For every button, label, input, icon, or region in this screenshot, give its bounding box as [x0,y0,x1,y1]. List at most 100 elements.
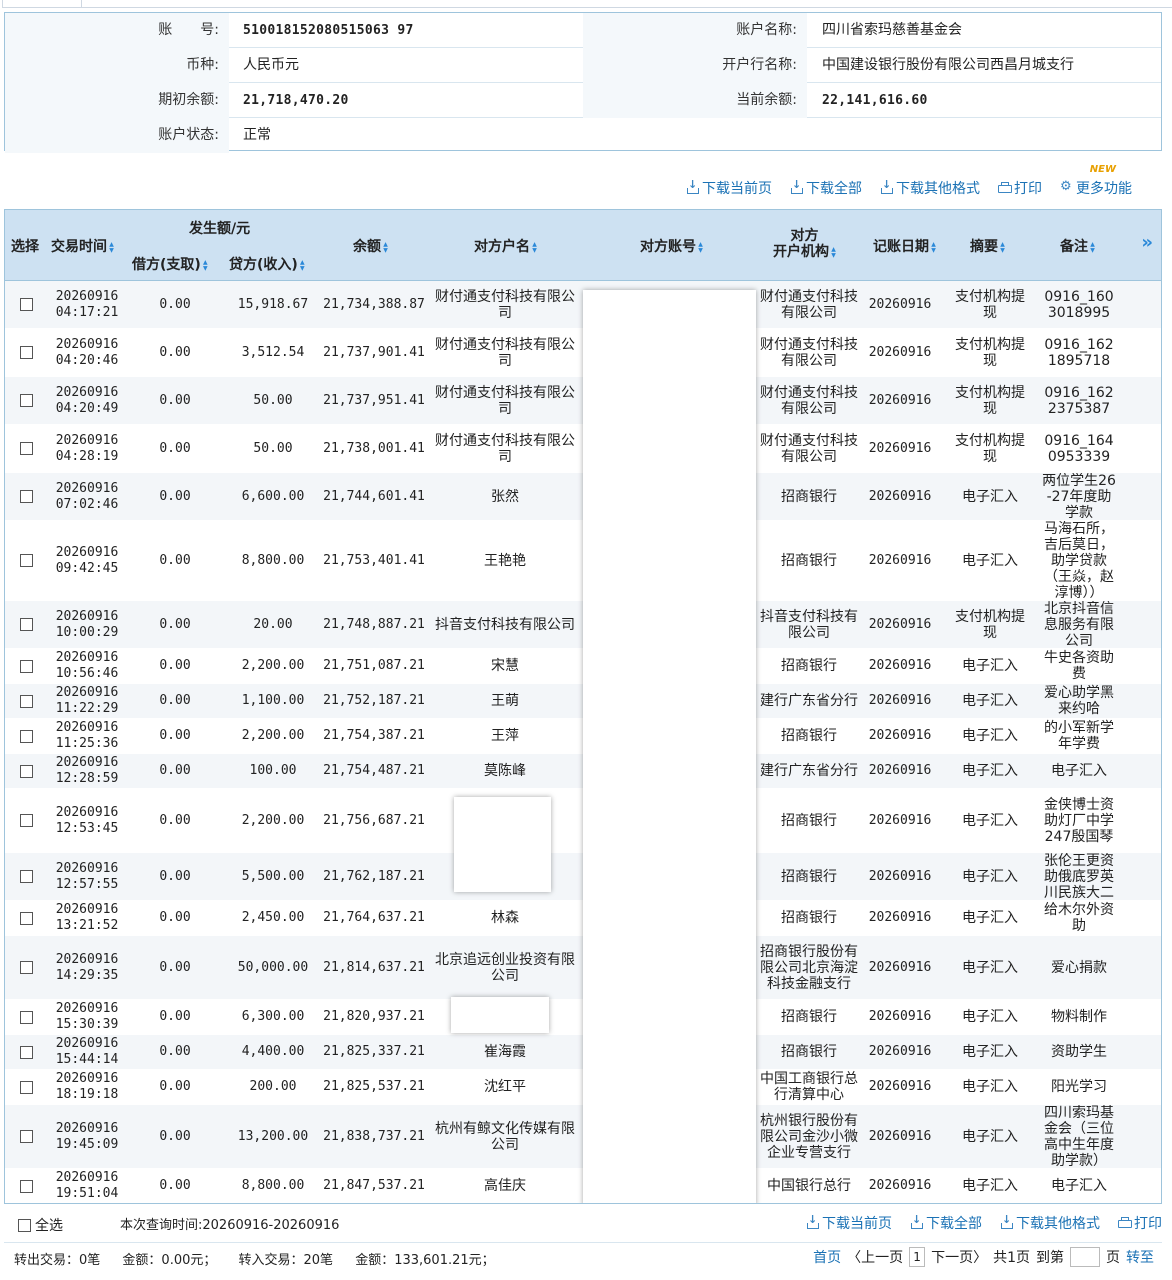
cell-counter-bank: 财付通支付科技有限公司 [760,377,858,424]
footer-download-other-button[interactable]: 下载其他格式 [1000,1213,1100,1233]
row-checkbox[interactable] [19,729,33,743]
cell-post-date-text: 20260916 [868,296,932,312]
cell-credit: 100.00 [223,754,323,788]
row-checkbox[interactable] [19,870,33,883]
row-select-cell [5,649,47,683]
cell-counter-bank-text: 招商银行 [781,658,837,674]
cell-remark-text: 0916_1603018995 [1044,288,1114,321]
more-columns-arrow[interactable]: » [1141,232,1153,253]
cell-remark: 爱心捐款 [1042,936,1116,999]
more-functions-button[interactable]: 更多功能 [1060,178,1132,198]
row-checkbox[interactable] [19,442,33,455]
cell-transaction-time: 20260916 12:28:59 [47,754,127,788]
header-counter-name[interactable]: 对方户名 [474,236,537,256]
row-select-cell [5,1105,47,1168]
first-page-link[interactable]: 首页 [813,1247,841,1267]
row-checkbox[interactable] [19,618,33,631]
cell-debit: 0.00 [127,601,223,648]
download-all-label: 下载全部 [806,181,862,197]
cell-remark-text: 电子汇入 [1051,763,1107,779]
cell-time: 09:42:45 [55,560,119,576]
row-checkbox[interactable] [19,298,33,311]
cell-remark: 0916_1640953339 [1042,425,1116,472]
row-checkbox[interactable] [19,1130,33,1143]
row-checkbox[interactable] [19,1179,33,1193]
cell-summary: 支付机构提现 [950,425,1030,472]
header-remark[interactable]: 备注 [1060,236,1095,256]
cell-time: 11:22:29 [55,701,119,716]
row-checkbox[interactable] [19,694,33,708]
header-debit[interactable]: 借方(支取) [132,254,208,274]
cell-transaction-time: 20260916 11:22:29 [47,684,127,718]
redaction-mask-name [454,797,551,892]
select-all-label: 全选 [35,1218,63,1234]
download-icon [686,178,699,194]
row-checkbox[interactable] [19,554,33,567]
header-counter-account[interactable]: 对方账号 [640,236,703,256]
download-other-format-button[interactable]: 下载其他格式 [880,178,980,198]
account-status-value: 正常 [243,127,271,143]
cell-counter-bank-text: 财付通支付科技有限公司 [760,288,858,321]
next-page-link[interactable]: 下一页〉 [931,1247,987,1267]
header-summary[interactable]: 摘要 [970,236,1005,256]
footer-print-button[interactable]: 打印 [1118,1213,1162,1233]
row-checkbox[interactable] [19,961,33,974]
cell-transaction-time: 20260916 19:45:09 [47,1105,127,1168]
opening-balance-label: 期初余额: [5,83,229,118]
cell-time: 18:19:18 [55,1087,119,1102]
print-button[interactable]: 打印 [998,178,1042,198]
row-checkbox[interactable] [19,394,33,407]
header-balance[interactable]: 余额 [353,236,388,256]
footer-download-all-button[interactable]: 下载全部 [910,1213,982,1233]
cell-debit: 0.00 [127,1070,223,1104]
header-post-date[interactable]: 记账日期 [873,236,936,256]
header-time[interactable]: 交易时间 [51,236,114,256]
cell-balance: 21,751,087.21 [323,649,425,683]
current-page: 1 [909,1247,926,1267]
cell-credit-text: 6,300.00 [241,1009,305,1024]
cell-summary: 支付机构提现 [950,601,1030,648]
cell-debit-text: 0.00 [159,616,191,632]
row-checkbox[interactable] [19,911,33,925]
row-checkbox[interactable] [19,764,33,778]
cell-counter-name: 王萌 [429,684,581,718]
cell-summary: 电子汇入 [950,1169,1030,1203]
goto-button[interactable]: 转至 [1126,1247,1154,1267]
cell-date: 20260916 [55,480,119,496]
row-checkbox[interactable] [19,1080,33,1094]
account-row-3: 期初余额: 21,718,470.20 当前余额: 22,141,616.60 [5,83,1161,118]
cell-credit-text: 2,200.00 [241,728,305,743]
select-all-checkbox[interactable] [18,1218,31,1232]
download-all-button[interactable]: 下载全部 [790,178,862,198]
account-no-label: 账 号: [5,13,229,48]
cell-counter-bank-text: 招商银行 [781,488,837,505]
cell-counter-bank-text: 中国工商银行总行清算中心 [760,1071,858,1103]
cell-post-date: 20260916 [860,1070,940,1104]
goto-page-input[interactable] [1070,1247,1100,1267]
row-checkbox[interactable] [19,1045,33,1059]
cell-balance-text: 21,838,737.21 [323,1128,425,1144]
row-checkbox[interactable] [19,346,33,359]
row-select-cell [5,684,47,718]
print-label: 打印 [1014,181,1042,197]
row-checkbox[interactable] [19,659,33,673]
cell-balance-text: 21,744,601.41 [323,488,425,504]
account-row-4: 账户状态: 正常 [5,118,1161,153]
header-credit[interactable]: 贷方(收入) [229,254,305,274]
download-page-button[interactable]: 下载当前页 [686,178,772,198]
cell-counter-name-text: 张然 [491,488,519,505]
row-checkbox[interactable] [19,1010,33,1024]
cell-post-date-text: 20260916 [868,344,932,360]
cell-debit: 0.00 [127,684,223,718]
footer-download-page-button[interactable]: 下载当前页 [806,1213,892,1233]
prev-page-link[interactable]: 〈上一页 [847,1247,903,1267]
select-all[interactable]: 全选 [18,1215,63,1235]
tab-divider [82,7,1172,8]
cell-date: 20260916 [55,755,119,770]
header-counter-bank[interactable]: 对方 开户机构 [773,228,836,260]
cell-balance-text: 21,820,937.21 [323,1009,425,1024]
row-checkbox[interactable] [19,490,33,503]
cell-post-date-text: 20260916 [868,616,932,632]
cell-counter-bank-text: 招商银行股份有限公司北京海淀科技金融支行 [760,943,858,992]
row-checkbox[interactable] [19,814,33,827]
